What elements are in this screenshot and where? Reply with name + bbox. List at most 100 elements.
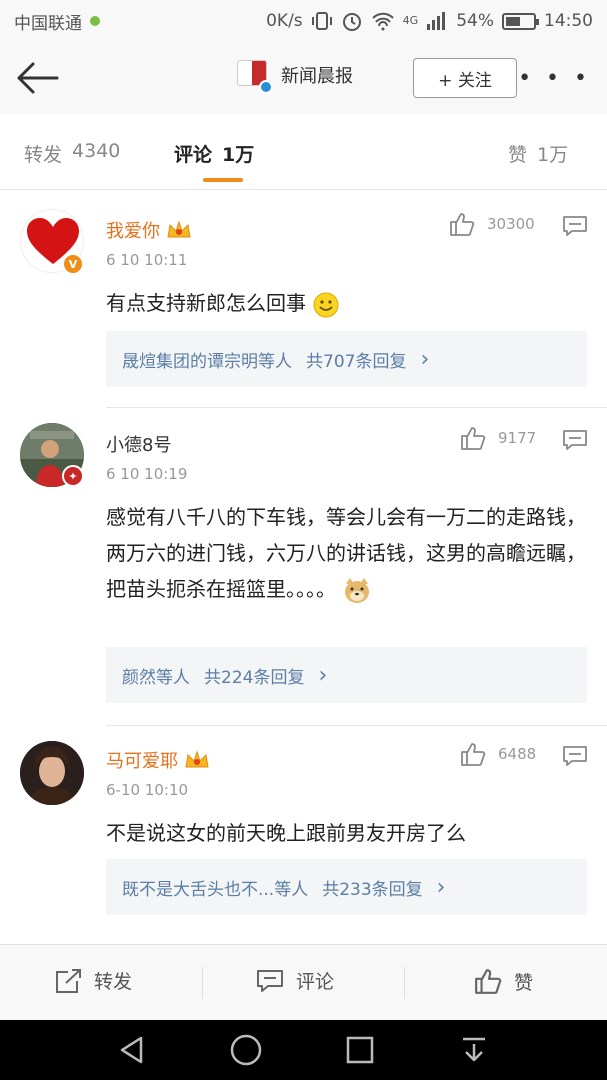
follow-button[interactable]: + 关注	[413, 58, 517, 98]
reply-count: 共707条回复	[306, 351, 407, 372]
chevron-right-icon: ›	[420, 346, 430, 372]
user-photo-icon	[20, 741, 84, 805]
avatar[interactable]	[20, 741, 84, 805]
nav-home-button[interactable]	[226, 1032, 266, 1068]
like-post-button[interactable]: 赞	[474, 967, 533, 995]
nav-recents-button[interactable]	[340, 1032, 380, 1068]
more-options-button[interactable]: • • •	[518, 66, 591, 91]
vip-badge-icon: V	[62, 253, 84, 275]
comment-username[interactable]: 小德8号	[106, 431, 171, 457]
tab-bar: 转发 4340 评论 1万 赞 1万	[0, 114, 607, 190]
username-label: 我爱你	[106, 221, 160, 242]
account-logo	[237, 60, 273, 94]
back-arrow-icon	[17, 62, 59, 94]
back-button[interactable]	[14, 56, 60, 100]
active-tab-indicator	[203, 178, 243, 182]
comment-item: V 我爱你 6 10 10:11 30300 有点支持新郎怎么回事 晟煊集团的谭…	[0, 191, 607, 409]
tab-likes[interactable]: 赞 1万	[508, 140, 568, 167]
reply-comment-icon[interactable]	[562, 745, 588, 767]
comment-time: 6 10 10:11	[106, 251, 188, 269]
bottom-action-bar: 转发 评论 赞	[0, 944, 607, 1020]
like-count: 9177	[498, 429, 537, 447]
like-button[interactable]: 6488	[460, 741, 536, 767]
notification-dot-icon	[90, 16, 100, 26]
like-button[interactable]: 30300	[449, 211, 535, 237]
circle-home-icon	[230, 1034, 262, 1066]
vibrate-icon	[311, 12, 332, 30]
comment-text: 有点支持新郎怎么回事	[106, 285, 588, 321]
comment-text: 感觉有八千八的下车钱，等会儿会有一万二的走路钱，两万六的进门钱，六万八的讲话钱，…	[106, 499, 588, 607]
replies-summary[interactable]: 既不是大舌头也不...等人 共233条回复 ›	[106, 859, 587, 915]
reply-names: 晟煊集团的谭宗明等人	[122, 351, 292, 372]
smile-emoji-icon	[313, 292, 339, 317]
share-icon	[56, 968, 81, 993]
reply-comment-icon[interactable]	[562, 215, 588, 237]
tab-label: 赞	[508, 144, 528, 166]
tab-comments[interactable]: 评论 1万	[174, 140, 254, 167]
top-nav-bar: 新闻晨报 + 关注 • • •	[0, 42, 607, 114]
network-speed: 0K/s	[266, 11, 303, 31]
comment-time: 6 10 10:19	[106, 465, 188, 483]
comment-icon	[257, 969, 283, 992]
repost-label: 转发	[94, 971, 133, 993]
battery-level	[506, 16, 521, 26]
tab-count: 1万	[222, 144, 255, 166]
comment-time: 6-10 10:10	[106, 781, 189, 799]
like-count: 30300	[487, 215, 535, 233]
replies-summary[interactable]: 颜然等人 共224条回复 ›	[106, 647, 587, 703]
crown-icon	[167, 220, 191, 238]
system-nav-bar	[0, 1020, 607, 1080]
comment-button[interactable]: 评论	[256, 967, 334, 994]
wifi-icon	[371, 12, 394, 31]
reply-comment-icon[interactable]	[562, 429, 588, 451]
account-header[interactable]: 新闻晨报	[237, 60, 353, 94]
comment-body: 不是说这女的前天晚上跟前男友开房了么	[106, 821, 466, 845]
account-name: 新闻晨报	[281, 66, 353, 87]
verified-badge-icon	[259, 80, 273, 94]
divider	[404, 967, 405, 999]
chevron-right-icon: ›	[436, 874, 446, 900]
nav-back-button[interactable]	[112, 1032, 152, 1068]
battery-percent: 54%	[456, 11, 494, 31]
thumbs-up-icon	[450, 213, 475, 236]
carrier-label: 中国联通	[14, 13, 82, 34]
tab-label: 转发	[24, 144, 63, 166]
status-bar: 中国联通 0K/s 4G 54% 14:50	[0, 0, 607, 42]
tab-count: 4340	[72, 140, 121, 162]
thumbs-up-icon	[475, 969, 502, 994]
replies-summary[interactable]: 晟煊集团的谭宗明等人 共707条回复 ›	[106, 331, 587, 387]
thumbs-up-icon	[461, 743, 486, 766]
tab-count: 1万	[537, 144, 569, 166]
crown-icon	[185, 750, 209, 768]
tab-label: 评论	[174, 144, 213, 166]
pull-down-icon	[463, 1037, 485, 1062]
reply-names: 既不是大舌头也不...等人	[122, 879, 309, 900]
divider	[202, 967, 203, 999]
doge-emoji-icon	[345, 577, 370, 603]
square-recents-icon	[346, 1036, 374, 1064]
like-count: 6488	[498, 745, 537, 763]
battery-icon	[502, 12, 539, 30]
vip-badge-icon: ✦	[62, 465, 84, 487]
nav-notifications-button[interactable]	[454, 1032, 494, 1068]
comment-item: ✦ 小德8号 6 10 10:19 9177 感觉有八千八的下车钱，等会儿会有一…	[0, 409, 607, 727]
status-icons: 0K/s 4G 54% 14:50	[266, 10, 593, 32]
like-label: 赞	[514, 971, 534, 994]
username-label: 小德8号	[106, 435, 172, 456]
comment-username[interactable]: 我爱你	[106, 217, 192, 243]
triangle-back-icon	[120, 1036, 143, 1064]
tab-repost[interactable]: 转发 4340	[24, 140, 120, 167]
comment-username[interactable]: 马可爱耶	[106, 747, 210, 773]
thumbs-up-icon	[461, 427, 486, 450]
comment-item: 马可爱耶 6-10 10:10 6488 不是说这女的前天晚上跟前男友开房了么 …	[0, 727, 607, 944]
chevron-right-icon: ›	[318, 662, 328, 688]
comment-label: 评论	[296, 971, 335, 993]
username-label: 马可爱耶	[106, 751, 178, 772]
network-type: 4G	[402, 14, 419, 27]
repost-button[interactable]: 转发	[54, 967, 132, 994]
signal-icon	[427, 12, 446, 30]
like-button[interactable]: 9177	[460, 425, 536, 451]
comment-body: 有点支持新郎怎么回事	[106, 291, 306, 315]
divider	[106, 407, 607, 408]
comment-text: 不是说这女的前天晚上跟前男友开房了么	[106, 815, 588, 851]
